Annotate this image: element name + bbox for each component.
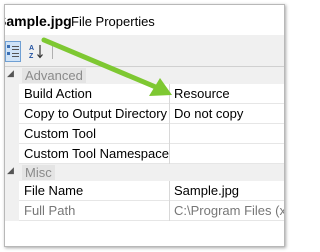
- column-divider[interactable]: [169, 124, 170, 144]
- property-value: C:\Program Files (x86): [174, 203, 284, 218]
- property-name: Build Action: [24, 86, 92, 101]
- property-row-custom-tool-namespace[interactable]: Custom Tool Namespace: [5, 144, 284, 164]
- category-advanced[interactable]: ◢ Advanced: [5, 67, 284, 84]
- column-divider[interactable]: [169, 201, 170, 221]
- column-divider[interactable]: [169, 144, 170, 164]
- category-misc[interactable]: ◢ Misc: [5, 164, 284, 181]
- property-name: Full Path: [24, 203, 76, 218]
- row-gutter: [5, 201, 19, 221]
- row-gutter: [5, 181, 19, 201]
- collapse-icon[interactable]: ◢: [7, 165, 14, 176]
- property-row-full-path[interactable]: Full Path C:\Program Files (x86): [5, 201, 284, 221]
- property-row-custom-tool[interactable]: Custom Tool: [5, 124, 284, 144]
- property-name: Custom Tool: [24, 126, 97, 141]
- property-name: Copy to Output Directory: [24, 106, 168, 121]
- properties-window: Sample.jpg File Properties A Z ◢ Advance…: [4, 4, 285, 247]
- column-divider[interactable]: [169, 84, 170, 104]
- property-value[interactable]: Do not copy: [174, 106, 284, 121]
- sort-alphabetical-icon: A Z: [29, 45, 43, 60]
- category-label: Advanced: [22, 68, 86, 83]
- property-grid: ◢ Advanced Build Action Resource Copy to…: [5, 67, 284, 221]
- svg-text:Z: Z: [29, 53, 34, 60]
- categorized-icon: [7, 45, 19, 57]
- row-gutter: [5, 124, 19, 144]
- properties-toolbar: A Z: [5, 35, 284, 67]
- property-name: Custom Tool Namespace: [24, 146, 169, 161]
- category-label: Misc: [22, 165, 55, 180]
- property-name: File Name: [24, 183, 84, 198]
- property-row-file-name[interactable]: File Name Sample.jpg: [5, 181, 284, 201]
- svg-text:A: A: [29, 45, 34, 52]
- property-row-build-action[interactable]: Build Action Resource: [5, 84, 284, 104]
- object-name: Sample.jpg: [4, 13, 72, 29]
- row-gutter: [5, 104, 19, 124]
- toolbar-separator: [52, 42, 53, 59]
- property-row-copy-to-output[interactable]: Copy to Output Directory Do not copy: [5, 104, 284, 124]
- categorized-button[interactable]: [5, 41, 21, 62]
- column-divider[interactable]: [169, 104, 170, 124]
- column-divider[interactable]: [169, 181, 170, 201]
- row-gutter: [5, 84, 19, 104]
- property-value[interactable]: Resource: [174, 86, 284, 101]
- alphabetical-button[interactable]: A Z: [27, 41, 49, 62]
- properties-header: Sample.jpg File Properties: [5, 5, 284, 35]
- object-type: File Properties: [71, 14, 155, 29]
- row-gutter: [5, 144, 19, 164]
- collapse-icon[interactable]: ◢: [7, 68, 14, 79]
- property-value[interactable]: Sample.jpg: [174, 183, 284, 198]
